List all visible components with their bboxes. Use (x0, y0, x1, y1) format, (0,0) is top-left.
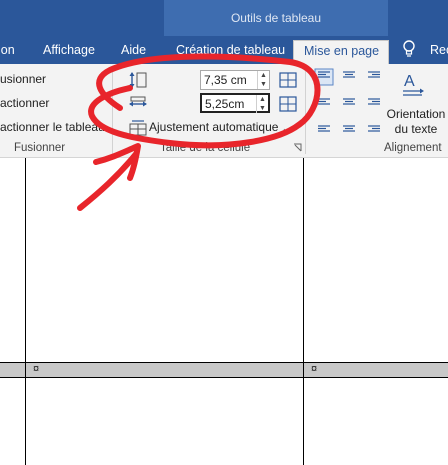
align-middle-left-icon[interactable] (314, 92, 334, 110)
table-row-shaded (0, 362, 448, 377)
text-direction-button[interactable]: Orientation du texte (386, 107, 446, 137)
spin-down-icon[interactable]: ▼ (258, 80, 269, 89)
table-border-horizontal (0, 377, 448, 378)
row-height-icon (129, 72, 147, 88)
tab-creation-tableau[interactable]: Création de tableau (176, 40, 285, 64)
cell-size-group-label: Taille de la cellule (160, 142, 251, 154)
align-bottom-center-icon[interactable] (339, 116, 359, 134)
split-table-button[interactable]: actionner le tableau (0, 120, 105, 134)
group-separator (112, 68, 113, 154)
chevron-down-icon: ⌄ (281, 123, 290, 133)
alignment-group-label: Alignement (384, 142, 442, 154)
align-bottom-left-icon[interactable] (314, 116, 334, 134)
autofit-label: Ajustement automatique (149, 120, 279, 134)
autofit-icon (129, 120, 147, 136)
spin-up-icon[interactable]: ▲ (258, 71, 269, 80)
align-middle-center-icon[interactable] (339, 92, 359, 110)
merge-cells-button[interactable]: usionner (0, 72, 46, 86)
row-height-stepper[interactable]: ▲▼ (200, 70, 270, 90)
column-width-field[interactable] (202, 95, 258, 113)
end-of-cell-mark: ¤ (33, 363, 40, 375)
dialog-launcher-icon[interactable] (293, 143, 303, 153)
distribute-rows-icon[interactable] (278, 70, 298, 90)
align-top-center-icon[interactable] (339, 68, 359, 86)
autofit-button[interactable]: Ajustement automatique ⌄ (149, 120, 289, 134)
text-direction-line2: du texte (394, 122, 438, 136)
tab-mise-en-page[interactable]: Mise en page (293, 40, 389, 64)
text-direction-icon[interactable]: A (400, 70, 426, 98)
table-border-vertical[interactable] (25, 158, 26, 465)
align-top-left-icon[interactable] (314, 68, 334, 86)
lightbulb-icon[interactable] (402, 40, 416, 58)
svg-text:A: A (404, 73, 415, 90)
table-border-vertical[interactable] (303, 158, 304, 465)
split-cells-button[interactable]: actionner (0, 96, 49, 110)
spin-up-icon[interactable]: ▲ (257, 95, 268, 104)
row-height-field[interactable] (201, 71, 257, 89)
document-area[interactable]: ¤ ¤ (0, 158, 448, 465)
ribbon-tab-bar: Outils de tableau ion Affichage Aide Cré… (0, 0, 448, 64)
merge-group-label: Fusionner (14, 142, 66, 154)
align-bottom-right-icon[interactable] (364, 116, 384, 134)
align-top-right-icon[interactable] (364, 68, 384, 86)
context-group-label: Outils de tableau (230, 11, 322, 25)
table-border-horizontal (0, 362, 448, 363)
end-of-cell-mark: ¤ (311, 363, 318, 375)
distribute-columns-icon[interactable] (278, 94, 298, 114)
align-middle-right-icon[interactable] (364, 92, 384, 110)
alignment-grid (314, 68, 390, 138)
tab-insertion[interactable]: ion (0, 40, 15, 64)
tab-affichage[interactable]: Affichage (43, 40, 95, 64)
ribbon-panel: usionner actionner actionner le tableau … (0, 64, 448, 158)
column-width-stepper[interactable]: ▲▼ (200, 93, 270, 113)
column-width-icon (129, 96, 147, 107)
table-tools-context-group: Outils de tableau (164, 0, 388, 36)
spin-down-icon[interactable]: ▼ (257, 104, 268, 113)
text-direction-line1: Orientation (386, 107, 446, 121)
tab-aide[interactable]: Aide (121, 40, 146, 64)
tab-rechercher[interactable]: Rec (430, 40, 448, 64)
group-separator (305, 68, 306, 154)
